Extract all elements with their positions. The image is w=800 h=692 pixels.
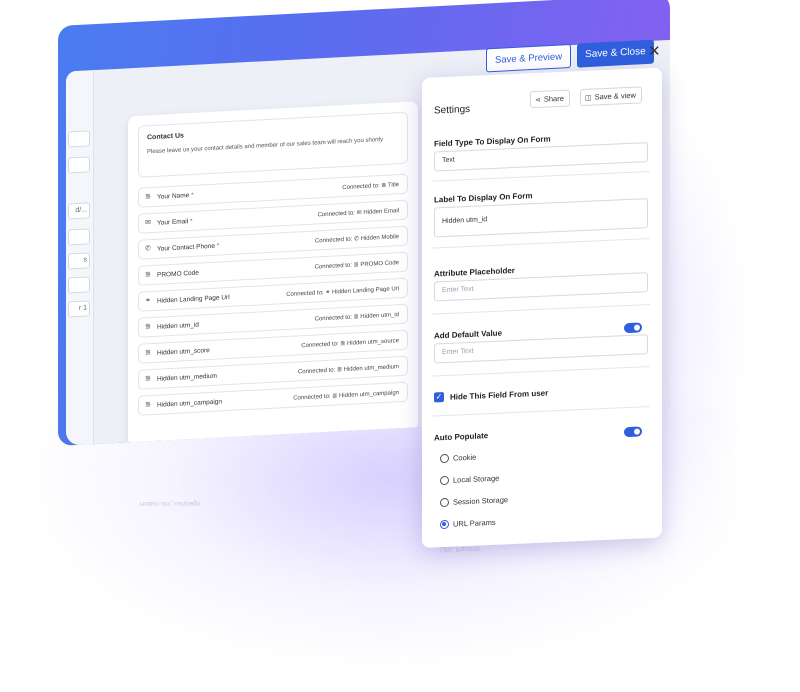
target-field: Hidden utm_source <box>346 338 399 347</box>
label-input[interactable]: Hidden utm_id <box>434 198 648 238</box>
target-icon: ≣ <box>332 393 338 400</box>
field-type-icon: ≣ <box>145 401 151 409</box>
radio-label: Session Storage <box>453 495 509 507</box>
share-button[interactable]: ⋖ Share <box>530 89 570 109</box>
hide-field-label: Hide This Field From user <box>450 388 549 402</box>
field-label: Hidden utm_campaign <box>157 398 223 409</box>
field-type-icon: ≣ <box>145 271 151 279</box>
radio-button[interactable] <box>440 475 449 486</box>
form-preview-card: Contact Us Please leave us your contact … <box>128 101 418 446</box>
reflection-text: Hidden utm_campaign <box>140 500 201 506</box>
field-type-icon: ≣ <box>145 193 151 201</box>
divider <box>432 171 650 182</box>
connected-to: Connected to: ≣ Title <box>342 182 399 192</box>
field-label: Hidden utm_score <box>157 347 210 357</box>
sidebar-field[interactable] <box>68 130 90 148</box>
sidebar-field[interactable] <box>68 156 90 174</box>
close-icon[interactable]: ✕ <box>648 42 661 60</box>
divider <box>432 304 650 315</box>
target-icon: ⚭ <box>325 289 331 296</box>
connected-to: Connected to: ✉ Hidden Email <box>317 208 399 219</box>
divider <box>432 366 650 377</box>
connected-to: Connected to: ⚭ Hidden Landing Page Url <box>286 286 399 299</box>
target-icon: ≣ <box>340 340 346 348</box>
radio-label: URL Params <box>453 517 496 529</box>
radio-label: Local Storage <box>453 473 500 485</box>
placeholder-label: Attribute Placeholder <box>434 265 515 279</box>
connected-to: Connected to: ≣ Hidden utm_id <box>314 312 399 323</box>
auto-populate-label: Auto Populate <box>434 431 489 443</box>
settings-title: Settings <box>434 103 471 117</box>
target-field: Hidden Landing Page Url <box>331 286 399 296</box>
share-icon: ⋖ <box>535 96 541 105</box>
save-view-label: Save & view <box>594 90 636 102</box>
field-type-icon: ✆ <box>145 245 151 253</box>
field-type-icon: ⚭ <box>145 297 151 305</box>
label-display-label: Label To Display On Form <box>434 191 533 205</box>
radio-button[interactable] <box>440 453 449 464</box>
target-field: Hidden Email <box>363 208 399 216</box>
left-sidebar: d/... s r 1 <box>66 70 94 446</box>
field-label: PROMO Code <box>157 269 199 279</box>
field-type-icon: ≣ <box>145 349 151 357</box>
eye-icon: ◫ <box>585 94 592 102</box>
field-label: Hidden utm_medium <box>157 372 217 383</box>
radio-button[interactable] <box>440 519 449 530</box>
default-value-label: Add Default Value <box>434 328 503 341</box>
target-field: Hidden utm_medium <box>343 364 399 374</box>
target-icon: ≣ <box>353 262 359 269</box>
sidebar-field[interactable]: d/... <box>68 202 90 220</box>
sidebar-field[interactable]: r 1 <box>68 300 90 318</box>
field-label: Your Email * <box>157 217 193 227</box>
required-marker: * <box>191 191 194 200</box>
target-field: Hidden utm_id <box>360 312 399 321</box>
target-icon: ≣ <box>336 367 342 374</box>
target-icon: ✉ <box>356 210 362 217</box>
target-icon: ≣ <box>381 182 387 190</box>
target-field: Title <box>387 182 399 189</box>
target-icon: ≣ <box>353 314 359 321</box>
divider <box>432 238 650 249</box>
divider <box>432 406 650 417</box>
target-field: Hidden utm_campaign <box>338 390 399 400</box>
required-marker: * <box>190 217 193 226</box>
save-view-button[interactable]: ◫ Save & view <box>580 86 642 107</box>
save-close-button[interactable]: Save & Close <box>577 39 654 68</box>
required-marker: * <box>216 242 220 250</box>
field-label: Your Name * <box>157 191 194 201</box>
default-value-toggle[interactable] <box>624 322 642 334</box>
sidebar-field[interactable] <box>68 276 90 294</box>
field-type-icon: ≣ <box>145 375 151 383</box>
form-fields: ≣ Your Name * Connected to: ≣ Title ✉ Your E… <box>128 173 418 416</box>
connected-to: Connected to: ≣ Hidden utm_source <box>301 338 399 350</box>
auto-populate-toggle[interactable] <box>624 426 642 438</box>
radio-label: Cookie <box>453 452 477 463</box>
field-type-icon: ≣ <box>145 323 151 331</box>
hide-field-checkbox[interactable]: ✓ <box>434 392 444 403</box>
field-label: Your Contact Phone * <box>157 242 220 253</box>
field-label: Hidden Landing Page Url <box>157 294 230 305</box>
target-field: PROMO Code <box>360 260 399 269</box>
target-icon: ✆ <box>353 236 359 243</box>
form-header[interactable]: Contact Us Please leave us your contact … <box>138 111 408 178</box>
sidebar-field[interactable]: s <box>68 252 90 270</box>
connected-to: Connected to: ≣ PROMO Code <box>314 260 399 271</box>
save-preview-button[interactable]: Save & Preview <box>486 43 572 73</box>
target-field: Hidden Mobile <box>360 234 399 243</box>
settings-panel: Settings ⋖ Share ◫ Save & view Field Type … <box>422 67 662 549</box>
reflection-text: URL Params <box>440 545 480 552</box>
connected-to: Connected to: ✆ Hidden Mobile <box>314 234 399 245</box>
field-type-icon: ✉ <box>145 219 151 227</box>
connected-to: Connected to: ≣ Hidden utm_medium <box>297 364 399 376</box>
radio-button[interactable] <box>440 497 449 508</box>
sidebar-field[interactable] <box>68 228 90 246</box>
field-label: Hidden utm_id <box>157 321 199 331</box>
connected-to: Connected to: ≣ Hidden utm_campaign <box>293 390 399 402</box>
share-label: Share <box>543 93 564 104</box>
